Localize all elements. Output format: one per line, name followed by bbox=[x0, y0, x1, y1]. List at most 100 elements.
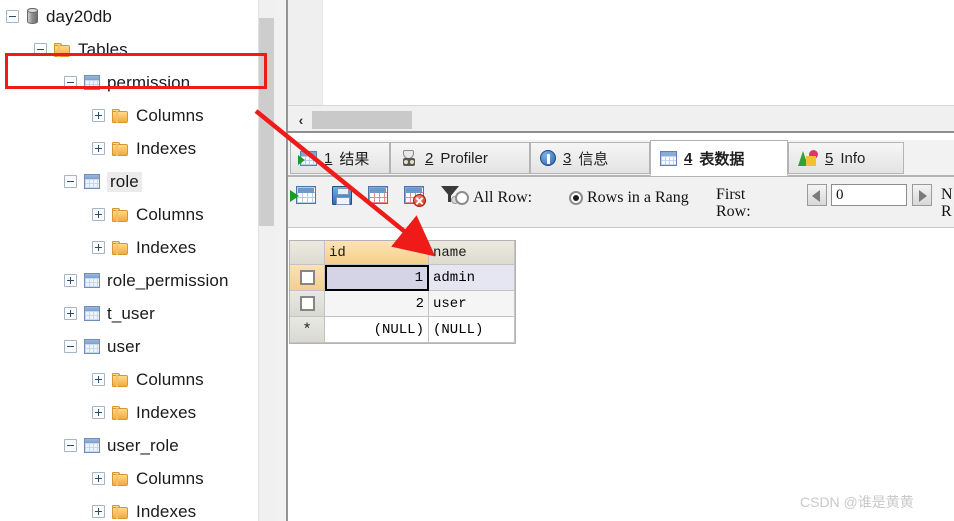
tree-item-indexes[interactable]: Indexes bbox=[0, 132, 258, 165]
tab-5[interactable]: 5 Info bbox=[788, 142, 904, 174]
tree-item-user[interactable]: user bbox=[0, 330, 258, 363]
all-rows-radio[interactable]: All Row: bbox=[455, 189, 532, 207]
floppy-icon bbox=[332, 186, 352, 205]
first-row-input[interactable]: 0 bbox=[831, 184, 907, 206]
table-row[interactable]: * (NULL) (NULL) bbox=[290, 317, 515, 343]
tab-4[interactable]: 4 表数据 bbox=[650, 140, 788, 176]
tab-accel: 4 bbox=[684, 149, 693, 167]
tree-toggle-minus-icon[interactable] bbox=[64, 439, 77, 452]
grid-cell-id[interactable]: 1 bbox=[325, 265, 429, 291]
sidebar-scrollbar-thumb[interactable] bbox=[259, 18, 274, 226]
tab-3[interactable]: 3 信息 bbox=[530, 142, 650, 174]
tree-toggle-plus-icon[interactable] bbox=[92, 505, 105, 518]
tree-item-columns[interactable]: Columns bbox=[0, 363, 258, 396]
sql-editor-area[interactable] bbox=[288, 0, 954, 105]
tree-item-label: permission bbox=[107, 72, 191, 92]
table-row[interactable]: 2 user bbox=[290, 291, 515, 317]
num-rows-label-line2: R bbox=[941, 203, 952, 220]
tree-toggle-plus-icon[interactable] bbox=[92, 241, 105, 254]
grid-cell-name[interactable]: user bbox=[429, 291, 515, 317]
folder-icon bbox=[112, 141, 129, 156]
grid-row-selector[interactable] bbox=[290, 265, 325, 291]
tree-toggle-minus-icon[interactable] bbox=[64, 175, 77, 188]
tree-toggle-minus-icon[interactable] bbox=[34, 43, 47, 56]
tree-item-label: t_user bbox=[107, 303, 155, 323]
all-rows-radio-dot[interactable] bbox=[455, 191, 469, 205]
tree-toggle-plus-icon[interactable] bbox=[92, 142, 105, 155]
object-explorer-tree[interactable]: day20db Tables permission Columns Indexes rol… bbox=[0, 0, 258, 521]
grid-cell-id[interactable]: 2 bbox=[325, 291, 429, 317]
tree-item-columns[interactable]: Columns bbox=[0, 462, 258, 495]
tree-toggle-plus-icon[interactable] bbox=[64, 274, 77, 287]
folder-icon bbox=[112, 108, 129, 123]
tree-toggle-plus-icon[interactable] bbox=[92, 373, 105, 386]
grid-row-selector[interactable] bbox=[290, 291, 325, 317]
table-data-grid[interactable]: id name 1 admin 2 user * (NULL) (NULL) bbox=[289, 240, 516, 344]
grid-cell-id[interactable]: (NULL) bbox=[325, 317, 429, 343]
tree-item-indexes[interactable]: Indexes bbox=[0, 495, 258, 521]
tree-item-label: Columns bbox=[136, 468, 204, 488]
tree-toggle-minus-icon[interactable] bbox=[64, 340, 77, 353]
tab-label: Info bbox=[840, 149, 866, 167]
editor-horizontal-scrollbar[interactable]: ‹ bbox=[288, 105, 954, 133]
tree-item-columns[interactable]: Columns bbox=[0, 198, 258, 231]
grid-header-name[interactable]: name bbox=[429, 241, 515, 265]
tree-toggle-plus-icon[interactable] bbox=[92, 406, 105, 419]
grid-header-id[interactable]: id bbox=[325, 241, 429, 265]
tab-label: 结果 bbox=[339, 150, 370, 168]
red-x-icon bbox=[413, 194, 426, 207]
rows-in-range-radio[interactable]: Rows in a Rang bbox=[569, 189, 689, 207]
tree-item-day20db[interactable]: day20db bbox=[0, 0, 258, 33]
grid-refresh-icon bbox=[368, 186, 388, 204]
tab-1[interactable]: 1 结果 bbox=[290, 142, 390, 174]
info-badge-icon bbox=[540, 150, 556, 166]
tree-item-indexes[interactable]: Indexes bbox=[0, 396, 258, 429]
tab-accel: 3 bbox=[563, 149, 572, 167]
tree-toggle-plus-icon[interactable] bbox=[92, 472, 105, 485]
first-row-decrement-button[interactable] bbox=[807, 184, 827, 206]
tree-toggle-plus-icon[interactable] bbox=[92, 208, 105, 221]
tree-item-permission[interactable]: permission bbox=[0, 66, 258, 99]
tree-toggle-minus-icon[interactable] bbox=[64, 76, 77, 89]
scroll-left-icon[interactable]: ‹ bbox=[292, 110, 310, 129]
tree-item-t_user[interactable]: t_user bbox=[0, 297, 258, 330]
first-row-increment-button[interactable] bbox=[912, 184, 932, 206]
delete-row-button[interactable] bbox=[400, 183, 426, 207]
table-data-icon bbox=[660, 150, 677, 166]
tab-accel: 1 bbox=[324, 149, 333, 167]
table-icon bbox=[84, 273, 100, 288]
table-icon bbox=[84, 339, 100, 354]
tree-item-indexes[interactable]: Indexes bbox=[0, 231, 258, 264]
grid-cell-name[interactable]: (NULL) bbox=[429, 317, 515, 343]
tree-item-tables[interactable]: Tables bbox=[0, 33, 258, 66]
tree-toggle-plus-icon[interactable] bbox=[64, 307, 77, 320]
horizontal-scrollbar-thumb[interactable] bbox=[312, 111, 412, 129]
row-checkbox[interactable] bbox=[299, 296, 315, 311]
grid-cell-name[interactable]: admin bbox=[429, 265, 515, 291]
tree-item-label: Columns bbox=[136, 369, 204, 389]
tree-item-role[interactable]: role bbox=[0, 165, 258, 198]
csdn-watermark: CSDN @谁是黄黄 bbox=[800, 494, 914, 510]
grid-add-icon bbox=[296, 186, 316, 204]
save-button[interactable] bbox=[328, 183, 354, 207]
tree-toggle-minus-icon[interactable] bbox=[6, 10, 19, 23]
tree-item-label: Indexes bbox=[136, 237, 197, 257]
tab-2[interactable]: 2 Profiler bbox=[390, 142, 530, 174]
grid-new-row-marker[interactable]: * bbox=[290, 317, 325, 343]
right-pane: ‹ 1 结果 2 Profiler 3 信息 4 表数据 5 Info All … bbox=[288, 0, 954, 521]
add-row-button[interactable] bbox=[290, 183, 318, 207]
result-grid-icon bbox=[298, 150, 317, 166]
tree-item-role_permission[interactable]: role_permission bbox=[0, 264, 258, 297]
profiler-icon bbox=[400, 150, 418, 166]
tree-toggle-plus-icon[interactable] bbox=[92, 109, 105, 122]
grid-corner-cell[interactable] bbox=[290, 241, 325, 265]
tab-label: 表数据 bbox=[699, 150, 745, 168]
table-icon bbox=[84, 75, 100, 90]
grid-header-row: id name bbox=[290, 241, 515, 265]
tree-item-columns[interactable]: Columns bbox=[0, 99, 258, 132]
tree-item-user_role[interactable]: user_role bbox=[0, 429, 258, 462]
row-checkbox[interactable] bbox=[299, 270, 315, 285]
table-row[interactable]: 1 admin bbox=[290, 265, 515, 291]
rows-in-range-radio-dot[interactable] bbox=[569, 191, 583, 205]
refresh-grid-button[interactable] bbox=[364, 183, 390, 207]
